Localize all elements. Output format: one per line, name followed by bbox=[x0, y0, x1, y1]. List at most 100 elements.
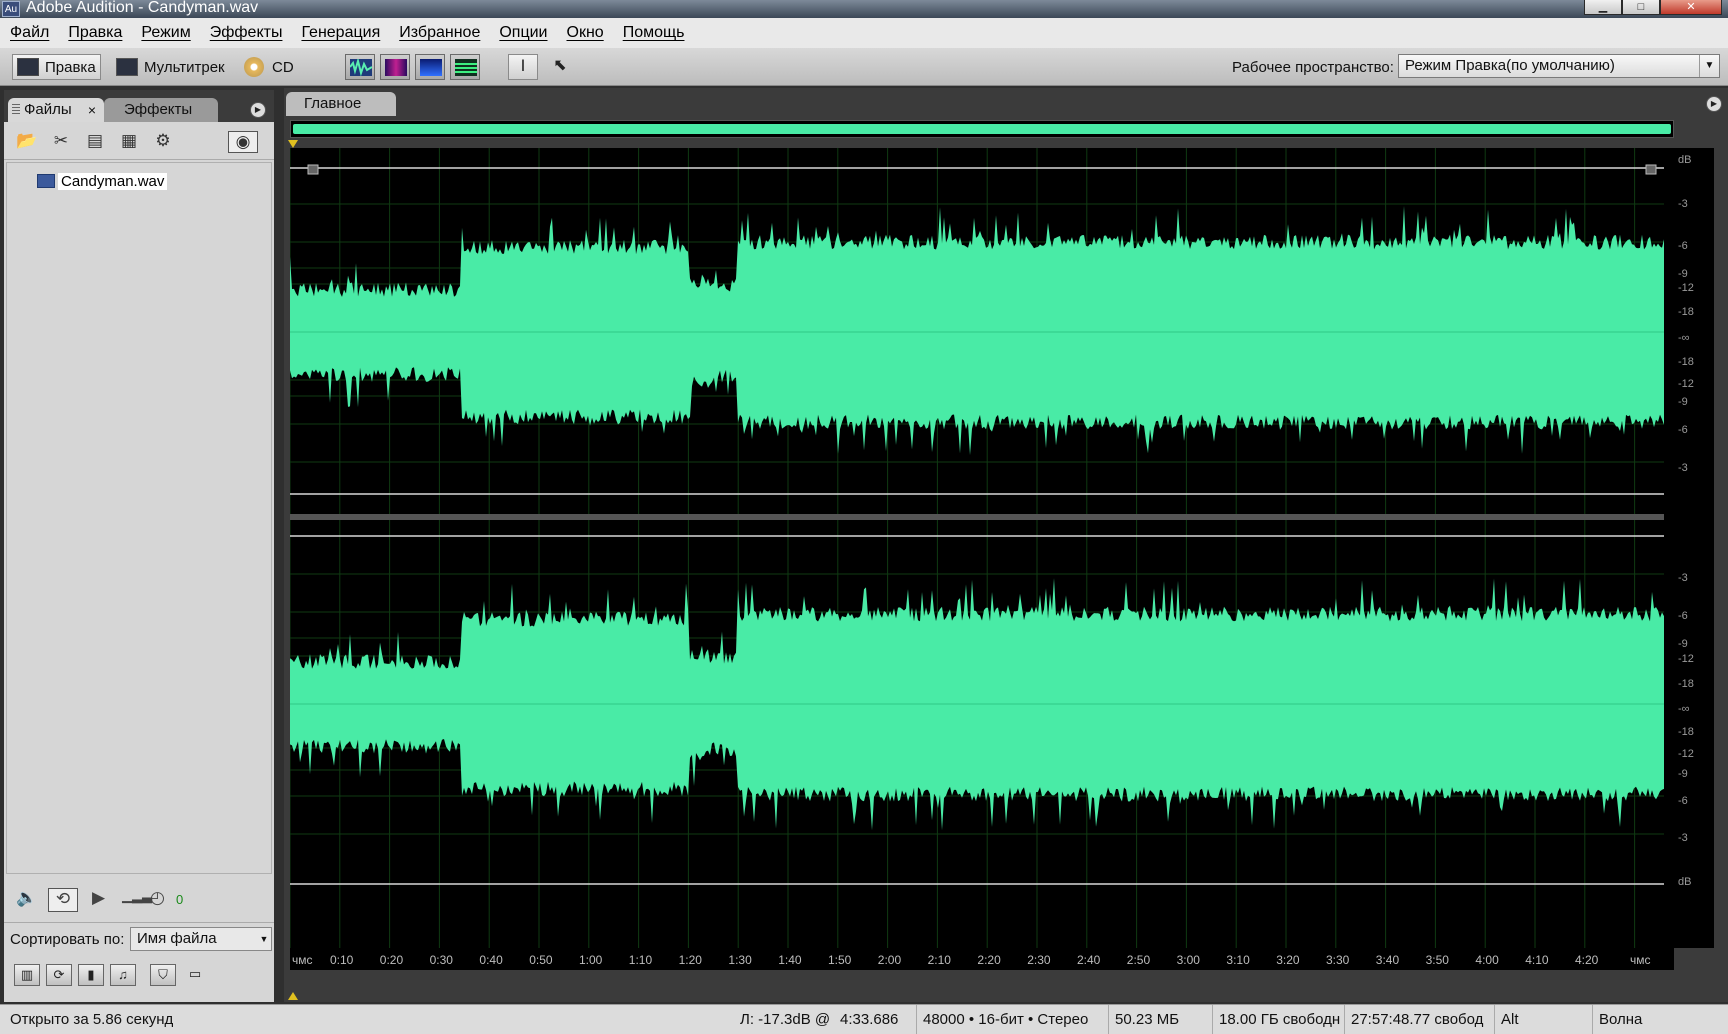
edit-mode-button[interactable]: Правка bbox=[12, 54, 101, 80]
insert-multitrack-icon[interactable]: ▤ bbox=[82, 131, 108, 153]
left-panel-tabs: Файлы × Эффекты ▶ bbox=[4, 98, 274, 122]
marquee-selection-tool-button[interactable]: ⬉ bbox=[545, 54, 575, 80]
sort-row: Сортировать по: Имя файла ▼ bbox=[4, 922, 274, 956]
sort-dropdown[interactable]: Имя файла ▼ bbox=[130, 927, 272, 951]
play-icon[interactable]: ▶ bbox=[92, 888, 105, 908]
maximize-button[interactable]: □ bbox=[1622, 0, 1660, 15]
tab-files-label: Файлы bbox=[24, 101, 72, 118]
file-list: Candyman.wav bbox=[6, 162, 272, 874]
tab-files[interactable]: Файлы × bbox=[8, 98, 104, 122]
time-label: 3:30 bbox=[1326, 953, 1350, 967]
menu-edit[interactable]: Правка bbox=[68, 24, 122, 42]
waveform-view-button[interactable] bbox=[345, 54, 375, 80]
waveform-display[interactable] bbox=[289, 148, 1685, 948]
multitrack-mode-button[interactable]: Мультитрек bbox=[116, 54, 225, 80]
status-size: 50.23 МБ bbox=[1108, 1005, 1179, 1034]
chevron-down-icon: ▼ bbox=[1699, 55, 1719, 77]
time-label: 3:40 bbox=[1375, 953, 1400, 967]
wav-file-icon bbox=[37, 174, 55, 188]
tab-effects[interactable]: Эффекты bbox=[104, 98, 218, 122]
multitrack-mode-label: Мультитрек bbox=[144, 58, 225, 76]
menu-generate[interactable]: Генерация bbox=[301, 24, 380, 42]
menu-effects[interactable]: Эффекты bbox=[210, 24, 283, 42]
db-label: -3 bbox=[1678, 832, 1688, 844]
db-label: -18 bbox=[1678, 726, 1694, 738]
db-label: -12 bbox=[1678, 748, 1694, 760]
status-opened: Открыто за 5.86 секунд bbox=[10, 1011, 174, 1028]
panel-menu-icon[interactable]: ▶ bbox=[1706, 96, 1722, 112]
show-midi-icon[interactable]: ♫ bbox=[110, 964, 136, 986]
workspace-value: Режим Правка(по умолчанию) bbox=[1405, 57, 1615, 74]
time-label: 3:50 bbox=[1425, 953, 1449, 967]
show-video-icon[interactable]: ▮ bbox=[78, 964, 104, 986]
list-item[interactable]: Candyman.wav bbox=[37, 171, 168, 191]
db-label: -3 bbox=[1678, 462, 1688, 474]
time-label: 1:50 bbox=[828, 953, 852, 967]
cd-mode-button[interactable]: CD bbox=[244, 54, 294, 80]
title-bar: Au Adobe Audition - Candyman.wav ▁ □ ✕ bbox=[0, 0, 1728, 18]
db-label: -9 bbox=[1678, 268, 1688, 280]
time-label: 2:10 bbox=[927, 953, 951, 967]
db-label: -12 bbox=[1678, 282, 1694, 294]
menu-view[interactable]: Режим bbox=[141, 24, 190, 42]
speaker-icon[interactable]: 🔈 bbox=[16, 888, 37, 908]
time-label: 4:20 bbox=[1575, 953, 1599, 967]
menu-help[interactable]: Помощь bbox=[623, 24, 685, 42]
insert-cd-icon[interactable]: ▦ bbox=[116, 131, 142, 153]
zoom-overview-bar[interactable] bbox=[290, 120, 1674, 138]
multitrack-view-icon bbox=[116, 58, 138, 76]
time-label: 0:10 bbox=[330, 953, 354, 967]
time-ruler[interactable]: чмс 0:10 0:20 0:30 0:40 0:50 1:00 1:10 1:20 1:30 1… bbox=[290, 948, 1674, 970]
time-label: 3:00 bbox=[1176, 953, 1200, 967]
status-modifier: Alt bbox=[1494, 1005, 1519, 1034]
panel-grip-icon bbox=[12, 104, 20, 116]
close-tab-icon[interactable]: × bbox=[88, 98, 96, 122]
filter-icon[interactable]: ⛉ bbox=[150, 964, 176, 986]
spectral-pan-view-icon bbox=[420, 59, 442, 76]
overview-range[interactable] bbox=[293, 124, 1671, 134]
time-selection-tool-button[interactable]: Ⅰ bbox=[508, 54, 538, 80]
edit-file-icon[interactable]: ⚙ bbox=[150, 131, 176, 153]
spectral-frequency-view-icon bbox=[385, 59, 407, 76]
db-label: dB bbox=[1678, 154, 1692, 166]
time-label: 4:00 bbox=[1475, 953, 1499, 967]
edit-mode-label: Правка bbox=[45, 58, 96, 76]
show-audio-icon[interactable]: ▥ bbox=[14, 964, 40, 986]
tab-main[interactable]: Главное bbox=[286, 92, 396, 116]
time-label: 0:40 bbox=[479, 953, 503, 967]
time-label: 1:20 bbox=[678, 953, 702, 967]
menu-options[interactable]: Опции bbox=[499, 24, 547, 42]
spectral-pan-view-button[interactable] bbox=[415, 54, 445, 80]
cd-file-icon[interactable]: ▭ bbox=[182, 964, 208, 986]
close-file-icon[interactable]: ✂ bbox=[48, 131, 74, 153]
spectral-phase-view-button[interactable] bbox=[450, 54, 480, 80]
waveform-view-icon bbox=[349, 57, 373, 77]
files-panel: Файлы × Эффекты ▶ 📂 ✂ ▤ ▦ ⚙ ◉ Candyman.w… bbox=[4, 90, 274, 1002]
autoplay-toggle-icon[interactable]: ◉ bbox=[228, 131, 258, 153]
show-loops-icon[interactable]: ⟳ bbox=[46, 964, 72, 986]
time-label: чмс bbox=[1630, 953, 1651, 967]
menu-window[interactable]: Окно bbox=[567, 24, 604, 42]
window-title: Adobe Audition - Candyman.wav bbox=[26, 0, 259, 16]
open-file-icon[interactable]: 📂 bbox=[14, 131, 40, 153]
minimize-button[interactable]: ▁ bbox=[1584, 0, 1622, 15]
loop-icon[interactable]: ⟲ bbox=[48, 888, 78, 912]
cd-icon bbox=[244, 57, 264, 77]
close-button[interactable]: ✕ bbox=[1660, 0, 1722, 15]
playhead-top-marker[interactable] bbox=[288, 140, 298, 148]
files-bottom-toolbar: ▥ ⟳ ▮ ♫ ⛉ ▭ bbox=[4, 958, 274, 992]
workspace-dropdown[interactable]: Режим Правка(по умолчанию) ▼ bbox=[1398, 54, 1720, 78]
menu-favorites[interactable]: Избранное bbox=[399, 24, 480, 42]
volume-knob-icon[interactable]: ◴ bbox=[150, 888, 165, 908]
panel-menu-icon[interactable]: ▶ bbox=[250, 102, 266, 118]
menu-bar: Файл Правка Режим Эффекты Генерация Избр… bbox=[0, 18, 1728, 48]
audition-app-icon: Au bbox=[2, 1, 20, 17]
sort-label: Сортировать по: bbox=[10, 931, 125, 948]
spectral-phase-view-icon bbox=[455, 59, 477, 76]
status-level: Л: -17.3dB @ bbox=[740, 1011, 831, 1028]
menu-file[interactable]: Файл bbox=[10, 24, 49, 42]
spectral-frequency-view-button[interactable] bbox=[380, 54, 410, 80]
sort-value: Имя файла bbox=[137, 930, 217, 947]
playhead-bottom-marker[interactable] bbox=[288, 992, 298, 1000]
time-label: 1:30 bbox=[728, 953, 752, 967]
